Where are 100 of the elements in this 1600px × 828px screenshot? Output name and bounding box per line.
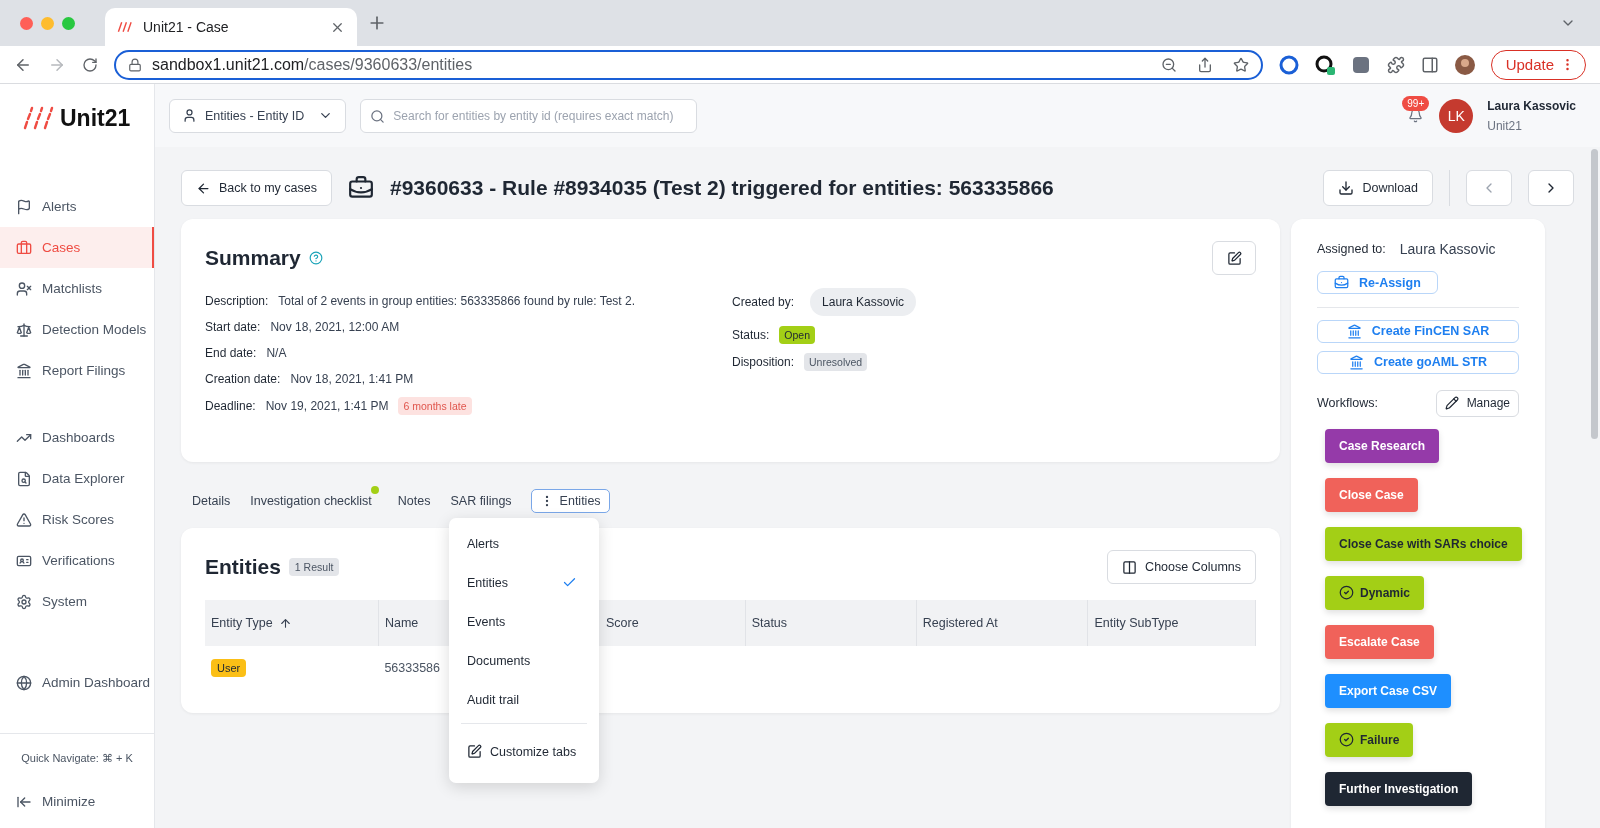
edit-icon	[1226, 250, 1242, 266]
nav-item[interactable]: Alerts	[0, 186, 154, 227]
entity-type-tag: User	[211, 659, 247, 677]
workflow-button[interactable]: Close Case with SARs choice	[1325, 527, 1522, 561]
field-value: N/A	[266, 346, 287, 360]
search-icon	[370, 108, 386, 124]
field-label: Deadline:	[205, 399, 256, 413]
columns-icon	[1122, 559, 1138, 575]
favicon-icon	[117, 20, 133, 34]
bell-icon[interactable]	[1408, 108, 1424, 123]
field-label: Description:	[205, 294, 269, 308]
settings-icon	[16, 593, 32, 610]
back-button[interactable]: Back to my cases	[181, 170, 332, 206]
share-icon[interactable]	[1196, 56, 1213, 73]
field-value: Total of 2 events in group entities: 563335866 found by rule: Test 2.	[278, 294, 636, 308]
search-list-icon	[16, 470, 32, 487]
search-type-select[interactable]: Entities - Entity ID	[169, 98, 347, 133]
workflow-button[interactable]: Failure	[1325, 723, 1414, 757]
column-header[interactable]: Name	[384, 616, 419, 630]
field-label: Assigned to:	[1317, 242, 1386, 256]
case-title: #9360633 - Rule #8934035 (Test 2) triggered for entities: 563335866	[389, 176, 1055, 200]
result-count: 1 Result	[288, 558, 340, 576]
edit-button[interactable]	[1212, 241, 1256, 275]
nav-item[interactable]: Dashboards	[0, 417, 154, 458]
reassign-button[interactable]: Re-Assign	[1317, 271, 1438, 295]
side-panel-icon[interactable]	[1420, 55, 1439, 74]
browser-tab[interactable]: Unit21 - Case	[105, 8, 357, 46]
scrollbar-thumb[interactable]	[1591, 149, 1598, 439]
customize-tabs-item[interactable]: Customize tabs	[449, 732, 599, 771]
user-x-icon	[16, 280, 32, 297]
edit-icon	[467, 744, 482, 759]
workflow-button[interactable]: Dynamic	[1325, 576, 1425, 610]
tab[interactable]: Investigation checklist	[249, 489, 373, 513]
column-header[interactable]: Registered At	[922, 616, 998, 630]
nav-item[interactable]: Verifications	[0, 540, 154, 581]
workflow-button[interactable]: Further Investigation	[1325, 772, 1473, 806]
status-tag: Open	[779, 326, 816, 344]
address-bar[interactable]: sandbox1.unit21.com/cases/9360633/entities	[114, 49, 1263, 80]
puzzle-icon[interactable]	[1386, 55, 1405, 74]
notification-count: 99+	[1402, 96, 1430, 111]
quick-navigate-hint: Quick Navigate: ⌘ + K	[20, 751, 134, 766]
column-header[interactable]: Status	[751, 616, 788, 630]
entities-title: Entities	[205, 555, 281, 579]
user-name: Laura Kassovic	[1487, 98, 1576, 113]
star-icon[interactable]	[1232, 56, 1249, 73]
nav-item[interactable]: Matchlists	[0, 268, 154, 309]
tab[interactable]: SAR filings	[449, 489, 513, 513]
field-label: Status:	[732, 328, 770, 342]
menu-item[interactable]: Entities	[449, 563, 599, 602]
zoom-out-icon[interactable]	[1160, 56, 1177, 73]
url-text: sandbox1.unit21.com/cases/9360633/entities	[152, 55, 474, 74]
workflow-button[interactable]: Case Research	[1325, 429, 1440, 463]
update-button[interactable]: Update	[1490, 49, 1586, 80]
field-value: Nov 19, 2021, 1:41 PM	[265, 399, 389, 413]
menu-item[interactable]: Documents	[449, 641, 599, 680]
pencil-icon	[1444, 396, 1459, 411]
field-label: Start date:	[205, 320, 261, 334]
manage-button[interactable]: Manage	[1435, 390, 1519, 417]
download-button[interactable]: Download	[1323, 170, 1433, 206]
field-label: End date:	[205, 346, 257, 360]
logo-icon	[22, 106, 56, 130]
user-icon	[182, 108, 197, 123]
check-circle-icon	[1339, 585, 1354, 601]
column-header[interactable]: Score	[605, 616, 639, 630]
nav-item[interactable]: System	[0, 581, 154, 622]
create-report-button[interactable]: Create FinCEN SAR	[1317, 319, 1519, 343]
profile-avatar[interactable]	[1454, 54, 1475, 75]
choose-columns-button[interactable]: Choose Columns	[1107, 550, 1256, 584]
assignee-name: Laura Kassovic	[1399, 241, 1496, 257]
tab[interactable]: Notes	[396, 489, 432, 513]
late-tag: 6 months late	[398, 397, 472, 415]
globe-icon	[16, 674, 32, 691]
bank-icon	[16, 362, 32, 379]
sort-icon[interactable]	[278, 616, 292, 630]
logo-text: Unit21	[60, 104, 131, 132]
reload-icon[interactable]	[82, 56, 98, 73]
nav-item[interactable]: Report Filings	[0, 350, 154, 391]
scale-icon	[16, 321, 32, 338]
tab[interactable]: Entities	[530, 489, 610, 513]
minimize-button[interactable]: Minimize	[0, 781, 154, 822]
menu-item[interactable]: Alerts	[449, 524, 599, 563]
nav-item[interactable]: Admin Dashboard	[0, 662, 154, 703]
extension-icon[interactable]	[1314, 54, 1335, 75]
search-field[interactable]: Search for entities by entity id (requires exact match)	[360, 98, 698, 133]
tab[interactable]: Details	[191, 489, 232, 513]
nav-item[interactable]: Risk Scores	[0, 499, 154, 540]
user-avatar[interactable]: LK	[1439, 98, 1474, 133]
nav-item[interactable]: Data Explorer	[0, 458, 154, 499]
column-header[interactable]: Entity Type	[211, 616, 292, 630]
field-label: Created by:	[732, 295, 795, 309]
disposition-tag: Unresolved	[804, 353, 868, 371]
nav-item[interactable]: Detection Models	[0, 309, 154, 350]
field-value: Nov 18, 2021, 12:00 AM	[270, 320, 400, 334]
create-report-button[interactable]: Create goAML STR	[1317, 350, 1519, 374]
help-icon[interactable]	[308, 251, 323, 265]
menu-item[interactable]: Audit trail	[449, 680, 599, 719]
bank-icon	[1346, 323, 1362, 339]
column-header[interactable]: Entity SubType	[1094, 616, 1179, 630]
menu-item[interactable]: Events	[449, 602, 599, 641]
download-icon	[1338, 180, 1355, 196]
